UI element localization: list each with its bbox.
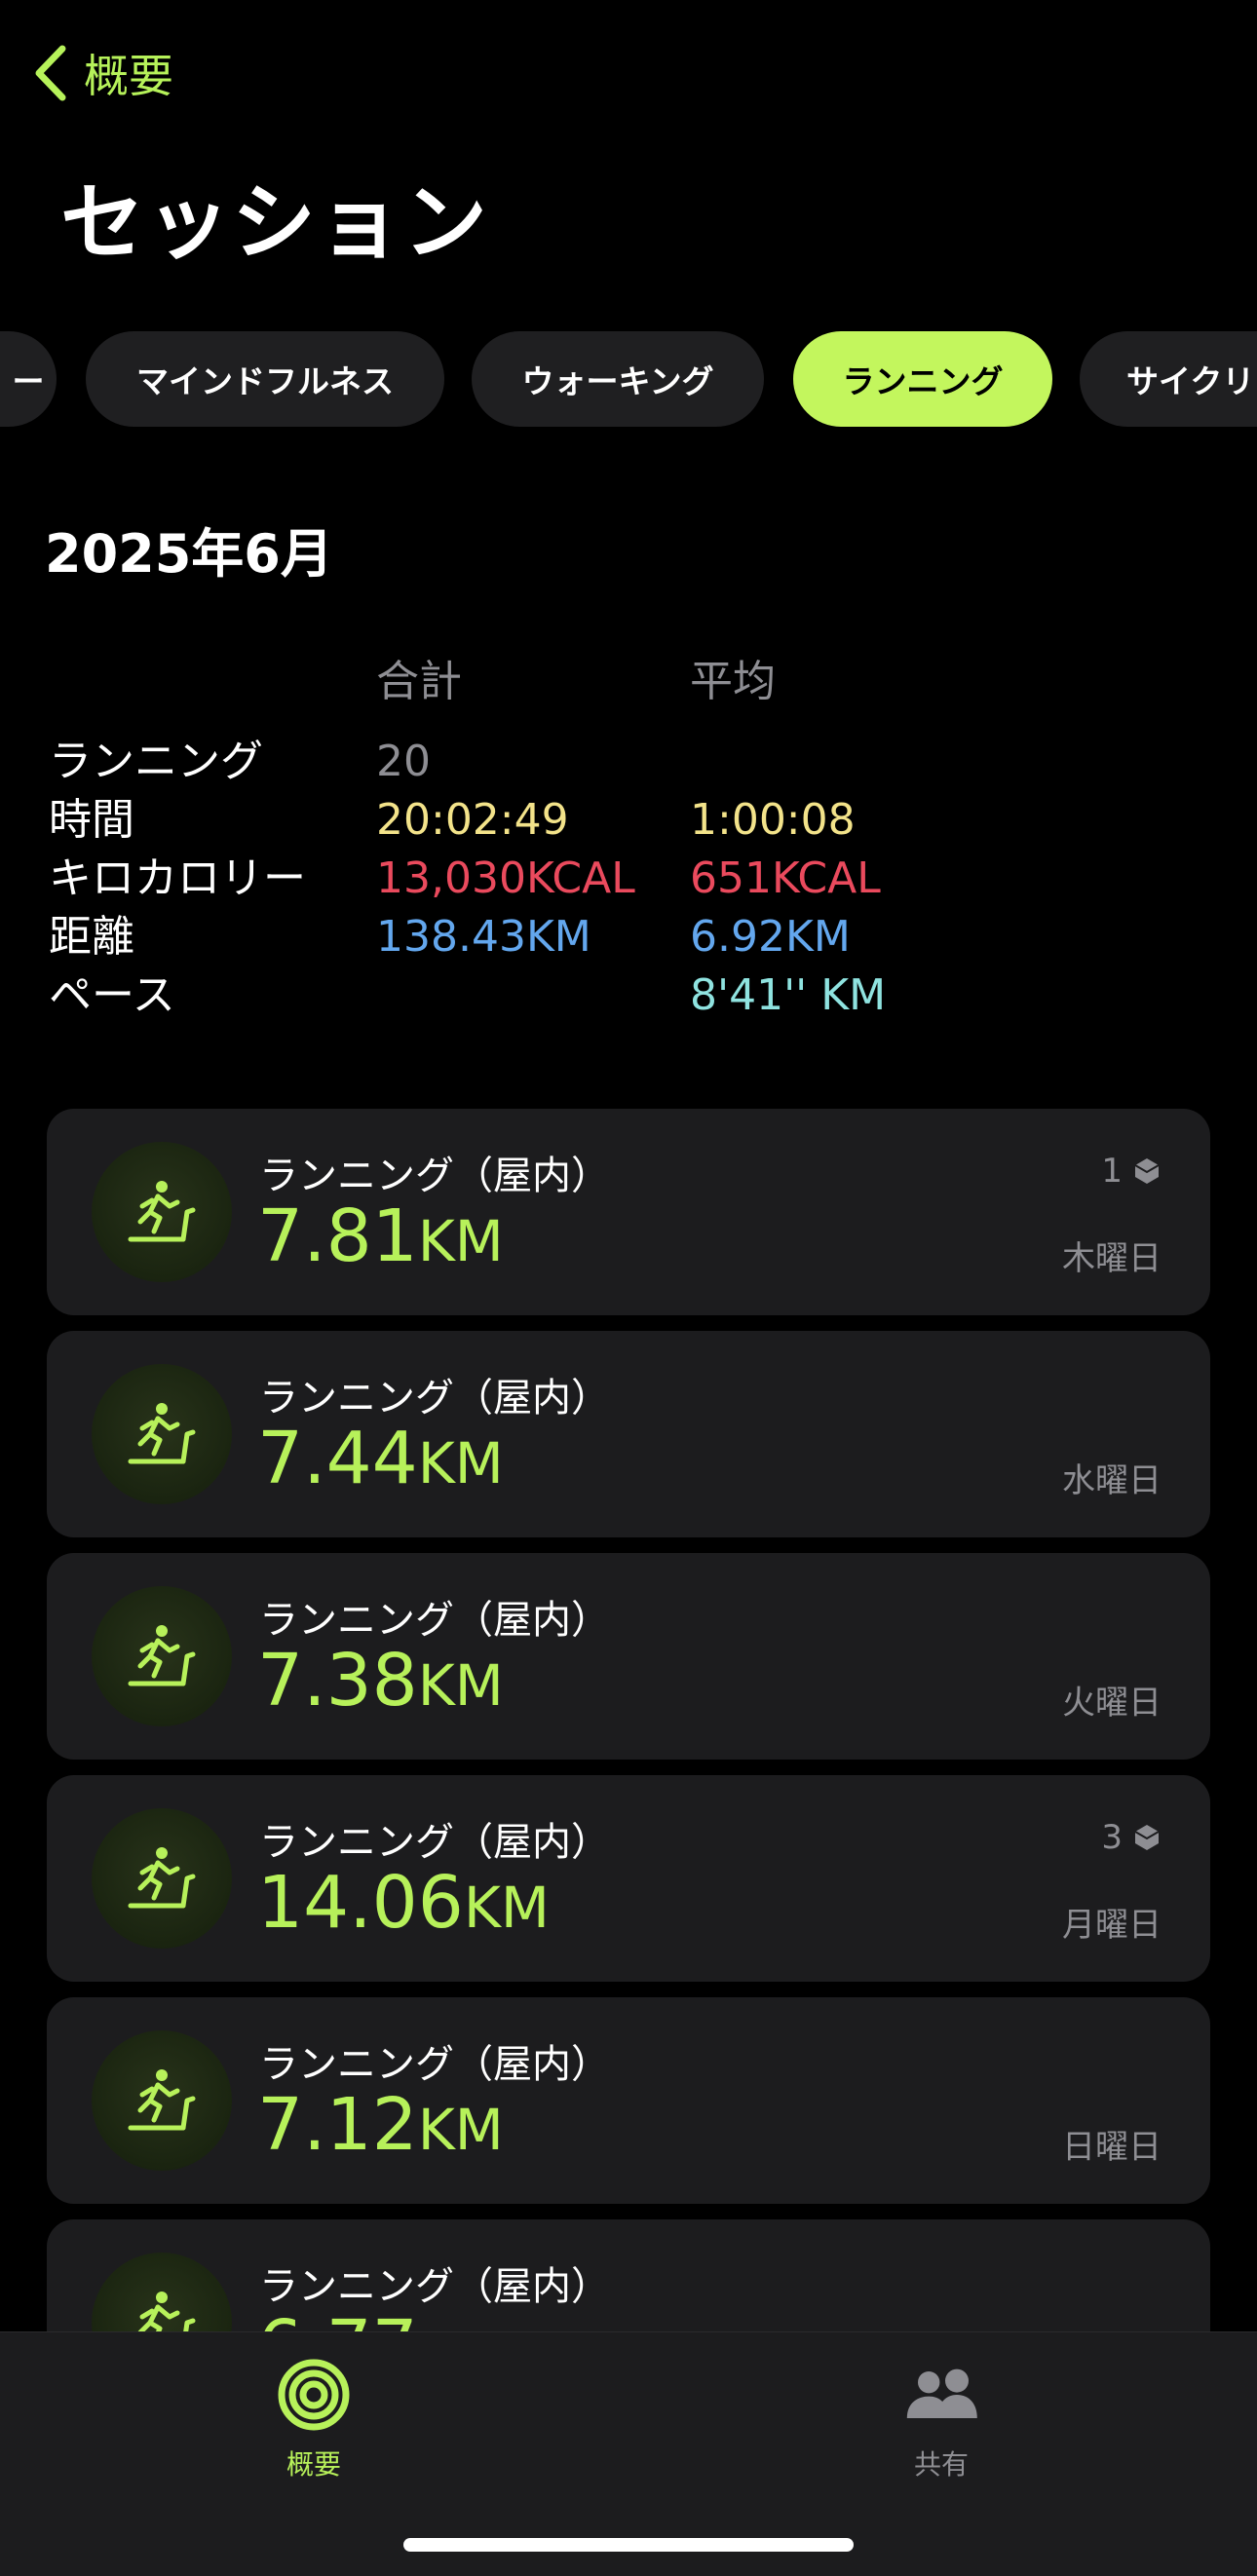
session-card[interactable]: ランニング（屋内） 7.81KM 1 木曜日 [47,1109,1210,1315]
session-day: 日曜日 [1062,2128,1162,2167]
session-card[interactable]: ランニング（屋内） 14.06KM 3 月曜日 [47,1775,1210,1982]
summary-label-count: ランニング [49,737,263,786]
summary-calories-total: 13,030KCAL [376,853,635,903]
activity-filter-bar: ー マインドフルネス ウォーキング ランニング サイクリング [0,331,1257,429]
back-button[interactable]: 概要 [29,39,173,107]
summary-count-total: 20 [376,737,431,786]
chevron-left-icon [35,45,66,101]
session-title: ランニング（屋内） [259,1820,610,1865]
tab-summary[interactable]: 概要 [216,2356,411,2482]
summary-time-total: 20:02:49 [376,795,569,845]
summary-label-distance: 距離 [49,912,134,962]
page-title: セッション [60,174,489,272]
session-day: 水曜日 [1062,1461,1162,1500]
filter-chip-running[interactable]: ランニング [793,331,1052,427]
session-badge: 3 [1101,1818,1162,1857]
summary-label-pace: ペース [49,970,175,1020]
summary-label-calories: キロカロリー [49,853,306,903]
summary-distance-average: 6.92KM [690,912,851,962]
activity-rings-icon [278,2359,350,2431]
award-badge-icon [1134,1158,1160,1184]
session-day: 火曜日 [1062,1684,1162,1723]
filter-chip-partial[interactable]: ー [0,331,57,427]
session-card[interactable]: ランニング（屋内） 7.38KM 火曜日 [47,1553,1210,1760]
session-card[interactable]: ランニング（屋内） 7.12KM 日曜日 [47,1997,1210,2204]
session-title: ランニング（屋内） [259,1154,610,1198]
people-icon [906,2368,977,2418]
session-distance: 7.38KM [257,1639,504,1723]
summary-calories-average: 651KCAL [690,853,881,903]
session-title: ランニング（屋内） [259,1376,610,1421]
session-distance: 14.06KM [257,1861,550,1945]
session-title: ランニング（屋内） [259,2264,610,2309]
summary-distance-total: 138.43KM [376,912,591,962]
home-indicator [403,2538,854,2552]
tab-sharing[interactable]: 共有 [844,2356,1039,2482]
session-distance: 7.44KM [257,1417,504,1500]
session-title: ランニング（屋内） [259,2042,610,2087]
summary-label-time: 時間 [49,795,134,845]
summary-time-average: 1:00:08 [690,795,856,845]
filter-chip-cycling[interactable]: サイクリング [1080,331,1257,427]
treadmill-icon [92,1808,232,1949]
summary-pace-average: 8'41'' KM [690,970,887,1020]
back-label: 概要 [84,50,173,102]
filter-chip-mindfulness[interactable]: マインドフルネス [86,331,444,427]
summary-header-total: 合計 [376,657,462,706]
treadmill-icon [92,1142,232,1282]
session-card[interactable]: ランニング（屋内） 7.44KM 水曜日 [47,1331,1210,1537]
session-day: 月曜日 [1062,1906,1162,1945]
treadmill-icon [92,2030,232,2171]
session-title: ランニング（屋内） [259,1598,610,1643]
treadmill-icon [92,1364,232,1504]
treadmill-icon [92,1586,232,1726]
session-distance: 7.12KM [257,2083,504,2167]
award-badge-icon [1134,1825,1160,1850]
summary-header-average: 平均 [690,657,776,706]
session-day: 木曜日 [1062,1239,1162,1278]
session-badge: 1 [1101,1152,1162,1191]
filter-chip-walking[interactable]: ウォーキング [472,331,764,427]
month-heading: 2025年6月 [45,523,333,585]
session-distance: 7.81KM [257,1194,504,1278]
